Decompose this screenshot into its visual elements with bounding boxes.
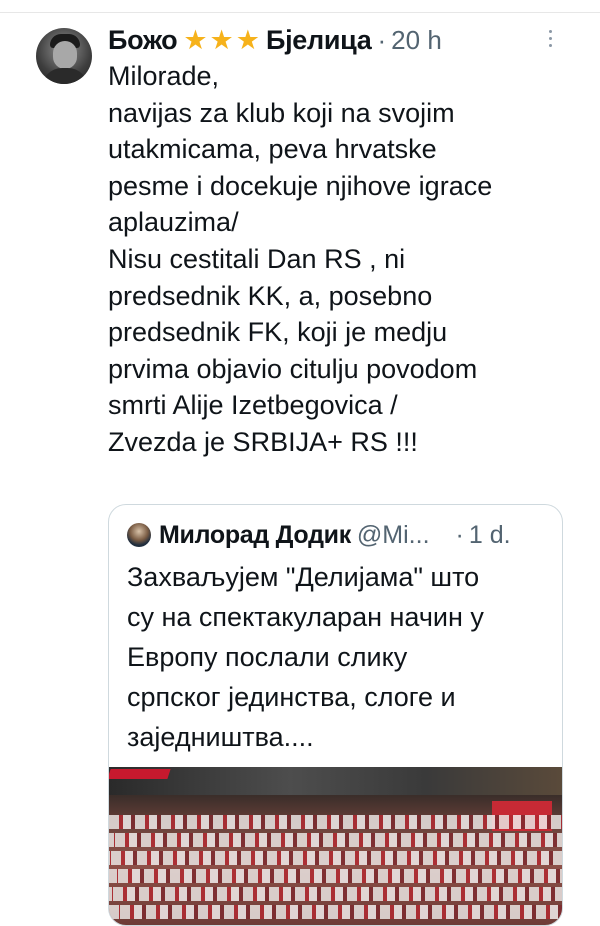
tweet-text: Milorade, navijas za klub koji na svojim… xyxy=(108,58,578,461)
tweet-text-line: prvima objavio citulju povodom xyxy=(108,353,478,384)
tweet-timestamp[interactable]: 20 h xyxy=(391,25,442,56)
tweet-text-line: predsednik FK, koji je medju xyxy=(108,317,448,348)
star-icon: ★ xyxy=(209,24,234,55)
tweet-text-line: navijas za klub koji na svojim xyxy=(108,97,455,128)
quoted-author-handle: @Mi... xyxy=(356,520,430,549)
tweet[interactable]: Божо ★ ★ ★ Бјелица · 20 h Milorade, navi… xyxy=(0,0,600,926)
quoted-tweet-text: Захваљујем "Делијама" што су на спектаку… xyxy=(127,557,547,757)
author-avatar[interactable] xyxy=(36,28,92,84)
quoted-media-image[interactable] xyxy=(109,767,562,925)
tweet-text-line: Milorade, xyxy=(108,61,220,91)
star-icon: ★ xyxy=(235,24,260,55)
quoted-tweet-header: Милорад Додик @Mi... · 1 d. xyxy=(127,519,511,551)
tweet-text-line: aplauzima/ xyxy=(108,207,239,238)
quoted-text-line: Европу послали слику xyxy=(127,642,408,672)
tweet-text-line: Zvezda je SRBIJA+ RS !!! xyxy=(108,426,418,457)
tweet-text-line: Nisu cestitali Dan RS , ni xyxy=(108,243,406,274)
tweet-text-line: utakmicama, peva hrvatske xyxy=(108,134,437,165)
quoted-text-line: заједништва.... xyxy=(127,722,314,752)
quoted-author-avatar xyxy=(127,523,151,547)
quoted-author-name: Милорад Додик xyxy=(159,520,351,549)
quoted-text-line: српског јединства, слоге и xyxy=(127,682,456,712)
tweet-text-line: smrti Alije Izetbegovica / xyxy=(108,390,398,421)
quoted-header-separator: · xyxy=(455,520,464,549)
quoted-text-line: Захваљујем "Делијама" што xyxy=(127,562,480,592)
tweet-text-line: pesme i docekuje njihove igrace xyxy=(108,170,493,201)
tweet-text-line: predsednik KK, a, posebno xyxy=(108,280,433,311)
tweet-header: Божо ★ ★ ★ Бјелица · 20 h xyxy=(108,22,442,58)
quoted-tweet[interactable]: Милорад Додик @Mi... · 1 d. Захваљујем "… xyxy=(108,504,563,926)
header-separator: · xyxy=(377,24,387,55)
quoted-text-line: су на спектакуларан начин у xyxy=(127,602,484,632)
star-icon: ★ xyxy=(183,24,208,55)
quoted-timestamp: 1 d. xyxy=(468,520,511,549)
author-name-last[interactable]: Бјелица xyxy=(266,25,372,56)
author-name-first[interactable]: Божо xyxy=(108,25,178,56)
more-vertical-icon[interactable] xyxy=(544,30,556,52)
